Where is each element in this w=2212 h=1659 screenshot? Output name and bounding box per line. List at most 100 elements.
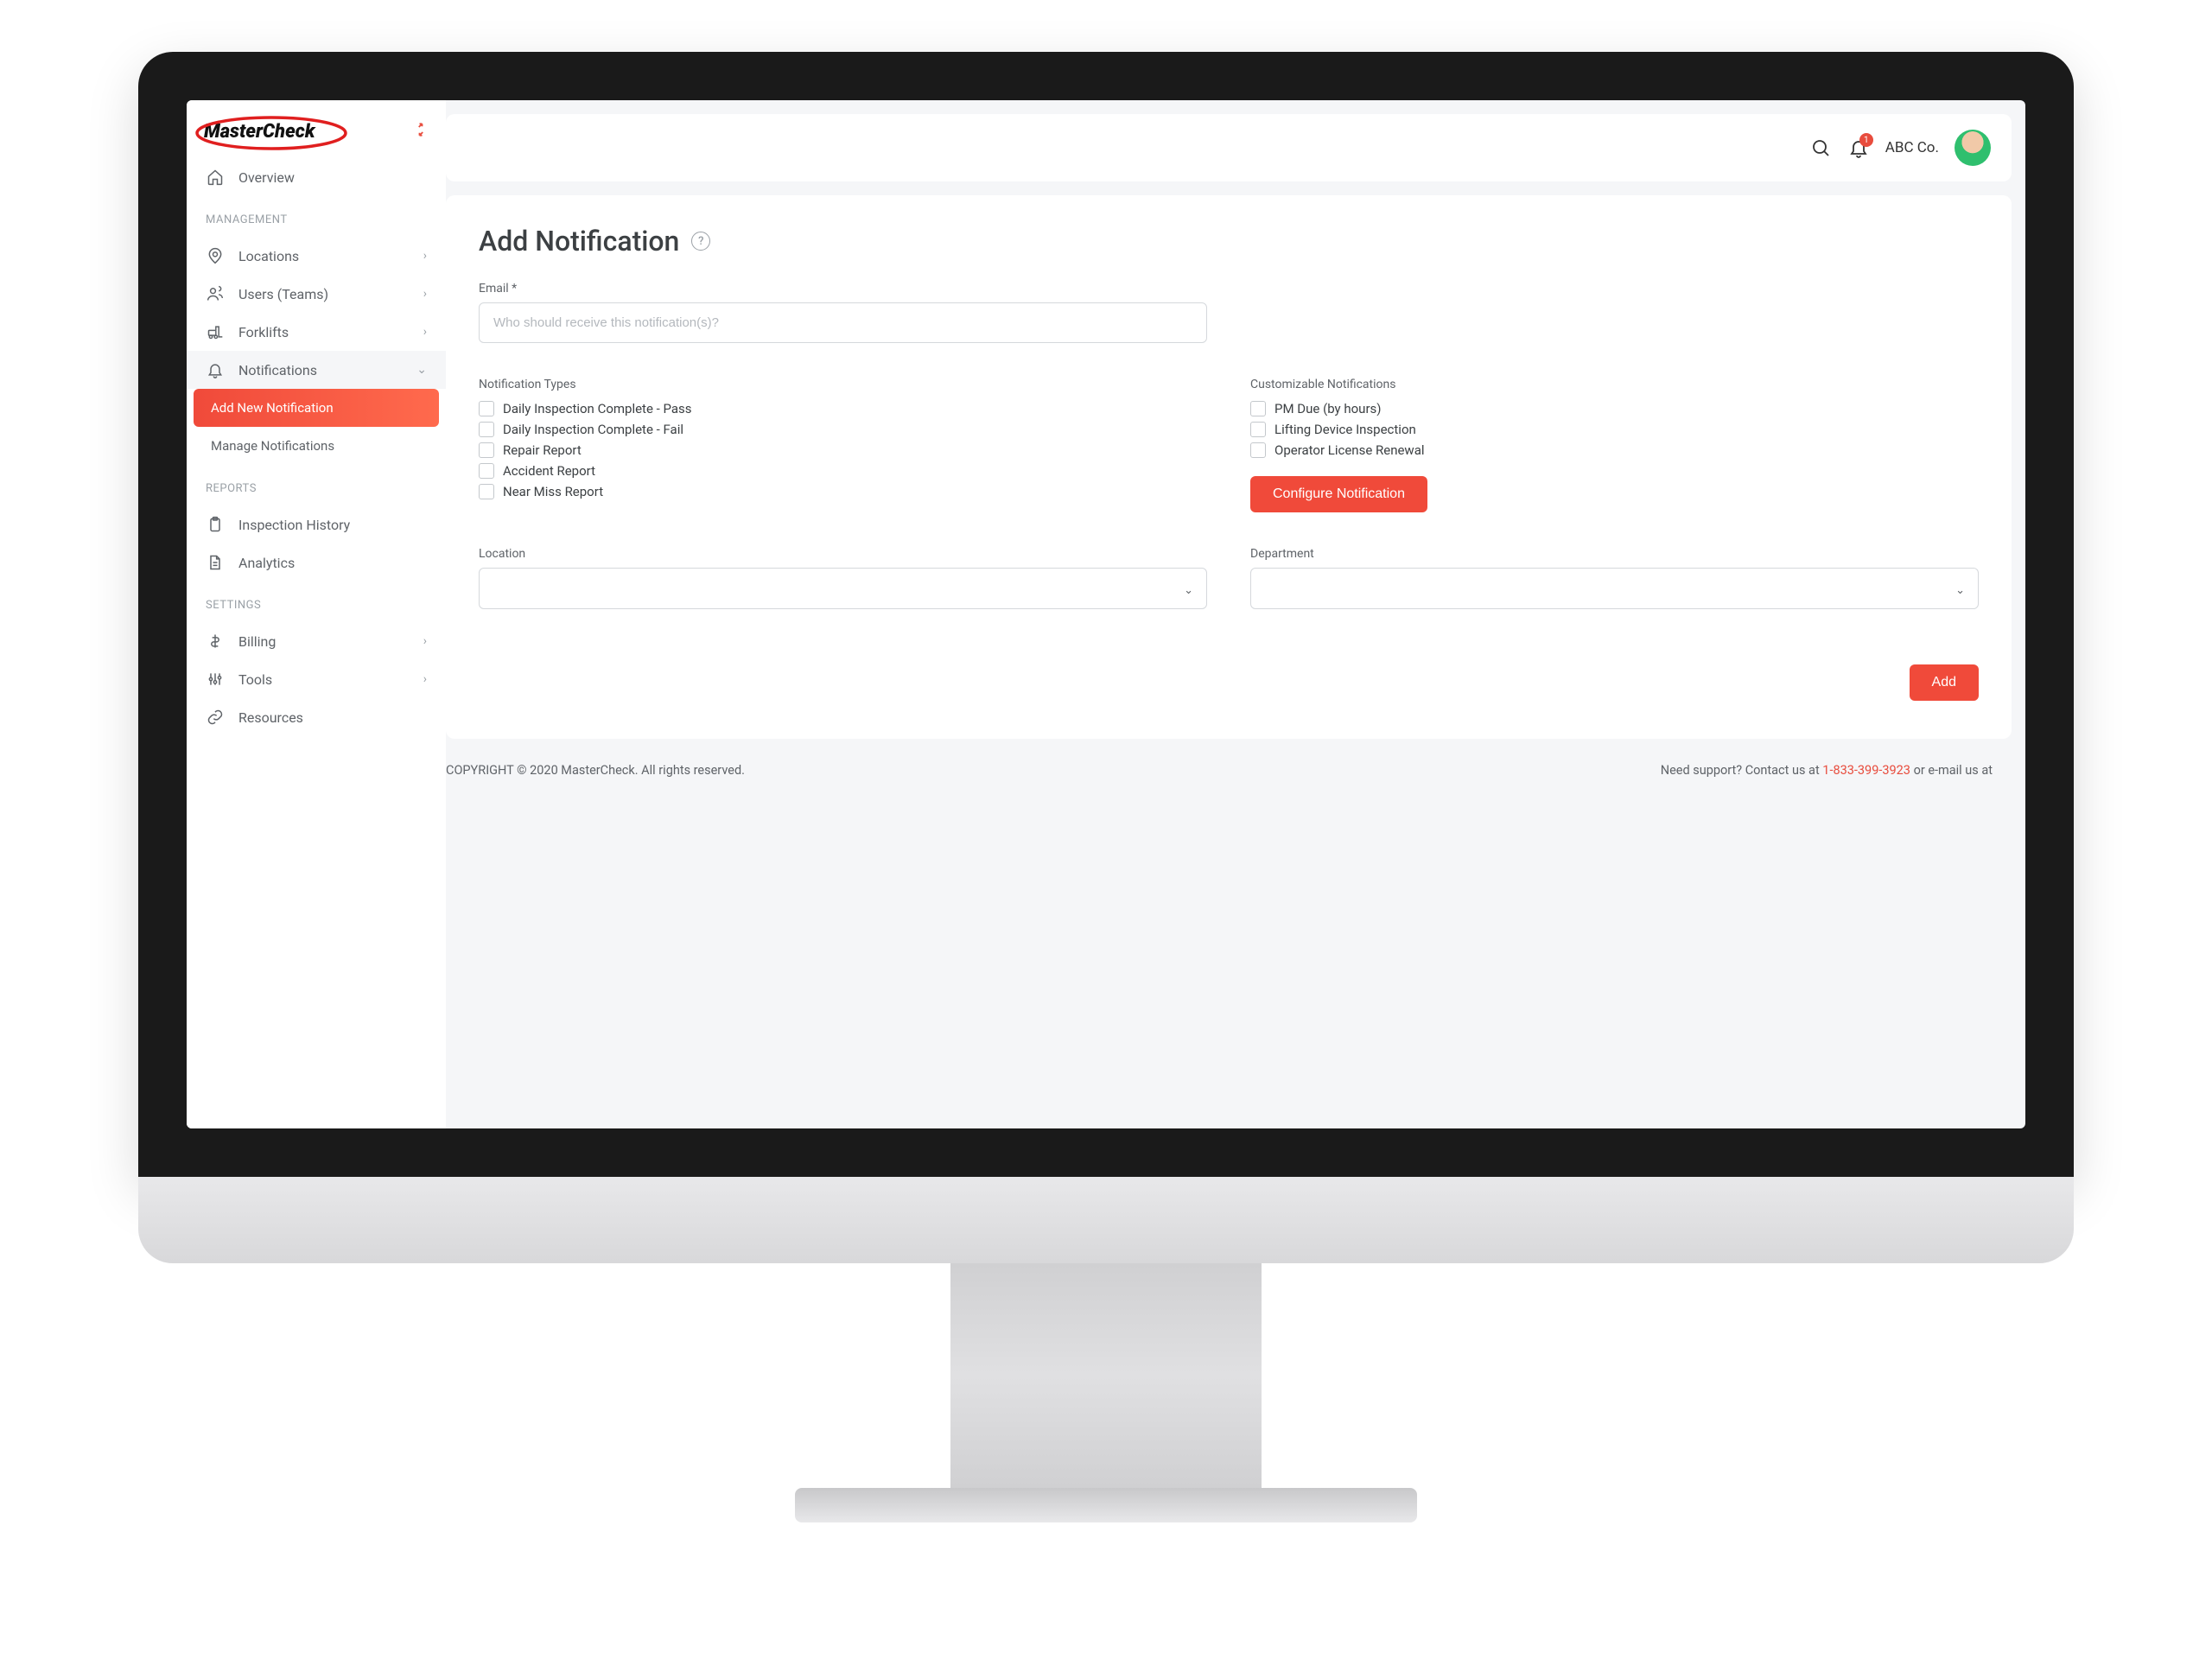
content-card: Add Notification ? Email * Notification … [446, 195, 2012, 739]
clipboard-icon [206, 515, 225, 534]
email-label: Email * [479, 282, 1207, 296]
notification-badge: 1 [1859, 133, 1873, 147]
home-icon [206, 168, 225, 187]
checkbox-pm[interactable] [1250, 401, 1266, 416]
document-icon [206, 553, 225, 572]
footer: COPYRIGHT © 2020 MasterCheck. All rights… [446, 739, 2025, 778]
search-icon[interactable] [1809, 137, 1832, 159]
department-field-block: Department ⌄ [1250, 547, 1979, 609]
sidebar-item-label: Tools [238, 671, 272, 688]
customizable-list: PM Due (by hours) Lifting Device Inspect… [1250, 398, 1979, 461]
sidebar-item-billing[interactable]: Billing › [187, 622, 446, 660]
check-label: Daily Inspection Complete - Fail [503, 422, 683, 437]
monitor-chin [138, 1177, 2074, 1263]
monitor-base [795, 1488, 1417, 1522]
sidebar-item-label: Forklifts [238, 324, 289, 340]
checkbox-accident[interactable] [479, 463, 494, 479]
sliders-icon [206, 670, 225, 689]
chevron-right-icon: › [423, 672, 427, 686]
department-select[interactable] [1250, 568, 1979, 609]
department-label: Department [1250, 547, 1979, 561]
sidebar-item-forklifts[interactable]: Forklifts › [187, 313, 446, 351]
main: 1 ABC Co. Add Notification ? Email * [446, 100, 2025, 1128]
check-row-license: Operator License Renewal [1250, 440, 1979, 461]
check-label: Repair Report [503, 442, 582, 458]
notifications-icon[interactable]: 1 [1847, 137, 1870, 159]
chevron-right-icon: › [423, 287, 427, 301]
check-row-pass: Daily Inspection Complete - Pass [479, 398, 1207, 419]
checkbox-lifting[interactable] [1250, 422, 1266, 437]
sidebar-item-analytics[interactable]: Analytics [187, 543, 446, 582]
add-button[interactable]: Add [1910, 664, 1979, 701]
pin-icon [206, 246, 225, 265]
sidebar-item-label: Billing [238, 633, 276, 650]
check-row-accident: Accident Report [479, 461, 1207, 481]
form-grid: Email * Notification Types Daily Inspect… [479, 282, 1979, 701]
check-row-fail: Daily Inspection Complete - Fail [479, 419, 1207, 440]
sidebar-item-notifications[interactable]: Notifications ⌄ [187, 351, 446, 389]
check-label: Daily Inspection Complete - Pass [503, 401, 692, 416]
forklift-icon [206, 322, 225, 341]
chevron-right-icon: › [423, 634, 427, 648]
checkbox-nearmiss[interactable] [479, 484, 494, 499]
checkbox-pass[interactable] [479, 401, 494, 416]
sidebar-subitem-manage-notifications[interactable]: Manage Notifications [187, 427, 446, 465]
button-row: Add [479, 664, 1979, 701]
check-row-nearmiss: Near Miss Report [479, 481, 1207, 502]
chevron-down-icon: ⌄ [416, 363, 427, 377]
sidebar-item-label: Users (Teams) [238, 286, 328, 302]
chevron-right-icon: › [423, 325, 427, 339]
checkbox-repair[interactable] [479, 442, 494, 458]
brand-logo: MasterCheck [204, 121, 315, 143]
bell-icon [206, 360, 225, 379]
dollar-icon [206, 632, 225, 651]
check-row-lifting: Lifting Device Inspection [1250, 419, 1979, 440]
sidebar-item-resources[interactable]: Resources [187, 698, 446, 736]
location-field-block: Location ⌄ [479, 547, 1207, 609]
sidebar-item-inspection-history[interactable]: Inspection History [187, 505, 446, 543]
sidebar-item-label: Notifications [238, 362, 317, 378]
email-field-block: Email * [479, 282, 1207, 343]
support-text: Need support? Contact us at 1-833-399-39… [1661, 763, 1993, 778]
notification-types-list: Daily Inspection Complete - Pass Daily I… [479, 398, 1207, 502]
checkbox-license[interactable] [1250, 442, 1266, 458]
chevron-right-icon: › [423, 249, 427, 263]
check-row-pm: PM Due (by hours) [1250, 398, 1979, 419]
check-label: PM Due (by hours) [1274, 401, 1382, 416]
check-label: Near Miss Report [503, 484, 603, 499]
users-icon [206, 284, 225, 303]
screen: MasterCheck Overview MANAGEMENT Location… [187, 100, 2025, 1128]
sidebar-collapse-icon[interactable] [413, 122, 429, 142]
avatar[interactable] [1955, 130, 1991, 166]
configure-notification-button[interactable]: Configure Notification [1250, 476, 1427, 512]
help-icon[interactable]: ? [691, 232, 710, 251]
sidebar-item-label: Locations [238, 248, 299, 264]
sidebar-item-label: Resources [238, 709, 303, 726]
sidebar: MasterCheck Overview MANAGEMENT Location… [187, 100, 446, 1128]
email-input[interactable] [479, 302, 1207, 343]
sidebar-item-users[interactable]: Users (Teams) › [187, 275, 446, 313]
sidebar-item-label: Inspection History [238, 517, 350, 533]
monitor-frame: MasterCheck Overview MANAGEMENT Location… [138, 52, 2074, 1177]
notification-types-label: Notification Types [479, 378, 1207, 391]
section-head-settings: SETTINGS [187, 582, 446, 622]
section-head-management: MANAGEMENT [187, 196, 446, 237]
support-phone-link[interactable]: 1-833-399-3923 [1822, 763, 1910, 778]
support-suffix: or e-mail us at [1910, 763, 1993, 778]
company-name: ABC Co. [1885, 139, 1939, 156]
sidebar-item-label: Analytics [238, 555, 295, 571]
support-prefix: Need support? Contact us at [1661, 763, 1823, 778]
section-head-reports: REPORTS [187, 465, 446, 505]
customizable-block: Customizable Notifications PM Due (by ho… [1250, 378, 1979, 512]
checkbox-fail[interactable] [479, 422, 494, 437]
copyright: COPYRIGHT © 2020 MasterCheck. All rights… [446, 763, 745, 778]
page-title-row: Add Notification ? [479, 225, 1979, 257]
sidebar-item-locations[interactable]: Locations › [187, 237, 446, 275]
check-label: Operator License Renewal [1274, 442, 1425, 458]
customizable-label: Customizable Notifications [1250, 378, 1979, 391]
sidebar-item-overview[interactable]: Overview [187, 158, 446, 196]
location-label: Location [479, 547, 1207, 561]
sidebar-subitem-add-notification[interactable]: Add New Notification [194, 389, 439, 427]
sidebar-item-tools[interactable]: Tools › [187, 660, 446, 698]
location-select[interactable] [479, 568, 1207, 609]
